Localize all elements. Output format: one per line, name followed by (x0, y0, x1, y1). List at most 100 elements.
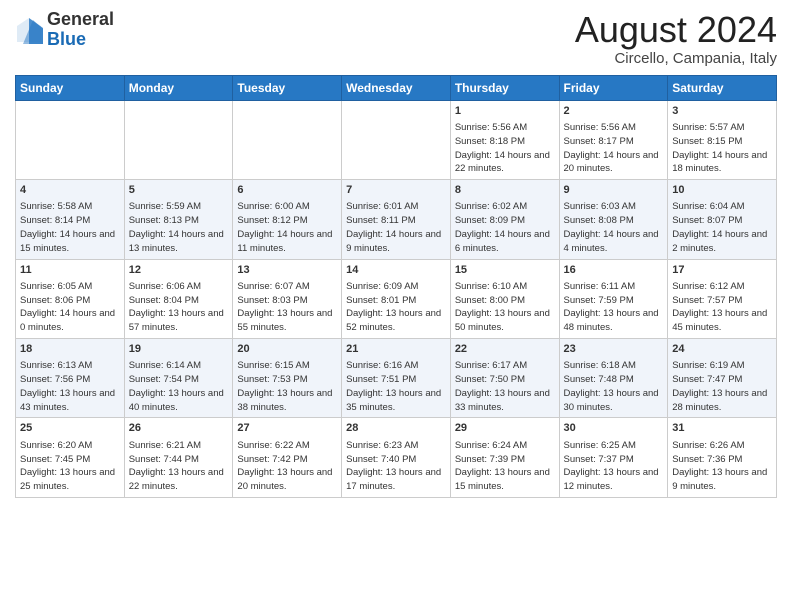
day-info: Sunrise: 6:04 AM Sunset: 8:07 PM Dayligh… (672, 200, 772, 255)
day-number: 10 (672, 183, 772, 198)
day-number: 13 (237, 263, 337, 278)
calendar-cell: 29 Sunrise: 6:24 AM Sunset: 7:39 PM Dayli… (450, 418, 559, 497)
calendar-cell: 24 Sunrise: 6:19 AM Sunset: 7:47 PM Dayli… (668, 338, 777, 417)
day-info: Sunrise: 6:09 AM Sunset: 8:01 PM Dayligh… (346, 280, 446, 335)
location: Circello, Campania, Italy (575, 50, 777, 67)
day-number: 30 (564, 421, 664, 436)
calendar-cell: 4 Sunrise: 5:58 AM Sunset: 8:14 PM Daylig… (16, 180, 125, 259)
day-number: 16 (564, 263, 664, 278)
weekday-header-monday: Monday (124, 75, 233, 100)
calendar-week-2: 4 Sunrise: 5:58 AM Sunset: 8:14 PM Daylig… (16, 180, 777, 259)
day-number: 3 (672, 104, 772, 119)
day-info: Sunrise: 6:13 AM Sunset: 7:56 PM Dayligh… (20, 359, 120, 414)
calendar-cell: 26Sunrise: 6:21 AM Sunset: 7:44 PM Dayli… (124, 418, 233, 497)
calendar-cell (342, 100, 451, 179)
day-number: 12 (129, 263, 229, 278)
day-info: Sunrise: 5:56 AM Sunset: 8:17 PM Dayligh… (564, 121, 664, 176)
calendar-cell: 14 Sunrise: 6:09 AM Sunset: 8:01 PM Dayli… (342, 259, 451, 338)
day-info: Sunrise: 6:00 AM Sunset: 8:12 PM Dayligh… (237, 200, 337, 255)
calendar-cell: 17 Sunrise: 6:12 AM Sunset: 7:57 PM Dayli… (668, 259, 777, 338)
calendar-cell: 7 Sunrise: 6:01 AM Sunset: 8:11 PM Daylig… (342, 180, 451, 259)
day-info: Sunrise: 6:20 AM Sunset: 7:45 PM Dayligh… (20, 439, 120, 494)
day-number: 27 (237, 421, 337, 436)
day-number: 18 (20, 342, 120, 357)
calendar-week-5: 25 Sunrise: 6:20 AM Sunset: 7:45 PM Dayli… (16, 418, 777, 497)
day-number: 21 (346, 342, 446, 357)
calendar-cell: 25 Sunrise: 6:20 AM Sunset: 7:45 PM Dayli… (16, 418, 125, 497)
day-info: Sunrise: 6:10 AM Sunset: 8:00 PM Dayligh… (455, 280, 555, 335)
logo-general: General (47, 9, 114, 29)
weekday-header-wednesday: Wednesday (342, 75, 451, 100)
day-info: Sunrise: 6:12 AM Sunset: 7:57 PM Dayligh… (672, 280, 772, 335)
calendar-cell (16, 100, 125, 179)
calendar-cell: 12 Sunrise: 6:06 AM Sunset: 8:04 PM Dayli… (124, 259, 233, 338)
calendar-cell: 31 Sunrise: 6:26 AM Sunset: 7:36 PM Dayli… (668, 418, 777, 497)
calendar-week-1: 1 Sunrise: 5:56 AM Sunset: 8:18 PM Daylig… (16, 100, 777, 179)
calendar-cell: 19Sunrise: 6:14 AM Sunset: 7:54 PM Dayli… (124, 338, 233, 417)
calendar-cell: 23 Sunrise: 6:18 AM Sunset: 7:48 PM Dayli… (559, 338, 668, 417)
calendar-cell: 20Sunrise: 6:15 AM Sunset: 7:53 PM Dayli… (233, 338, 342, 417)
logo: General Blue (15, 10, 114, 50)
day-info: Sunrise: 6:15 AM Sunset: 7:53 PM Dayligh… (237, 359, 337, 414)
header: General Blue August 2024 Circello, Campa… (15, 10, 777, 67)
day-info: Sunrise: 5:58 AM Sunset: 8:14 PM Dayligh… (20, 200, 120, 255)
weekday-header-friday: Friday (559, 75, 668, 100)
day-info: Sunrise: 6:25 AM Sunset: 7:37 PM Dayligh… (564, 439, 664, 494)
calendar-cell: 15 Sunrise: 6:10 AM Sunset: 8:00 PM Dayli… (450, 259, 559, 338)
day-info: Sunrise: 5:56 AM Sunset: 8:18 PM Dayligh… (455, 121, 555, 176)
calendar-cell: 30 Sunrise: 6:25 AM Sunset: 7:37 PM Dayli… (559, 418, 668, 497)
calendar-cell (233, 100, 342, 179)
day-number: 25 (20, 421, 120, 436)
weekday-header-saturday: Saturday (668, 75, 777, 100)
day-info: Sunrise: 6:01 AM Sunset: 8:11 PM Dayligh… (346, 200, 446, 255)
calendar-cell: 22Sunrise: 6:17 AM Sunset: 7:50 PM Dayli… (450, 338, 559, 417)
calendar-table: SundayMondayTuesdayWednesdayThursdayFrid… (15, 75, 777, 498)
weekday-header-tuesday: Tuesday (233, 75, 342, 100)
calendar-cell: 11Sunrise: 6:05 AM Sunset: 8:06 PM Dayli… (16, 259, 125, 338)
day-number: 1 (455, 104, 555, 119)
calendar-cell: 2Sunrise: 5:56 AM Sunset: 8:17 PM Daylig… (559, 100, 668, 179)
weekday-header-sunday: Sunday (16, 75, 125, 100)
calendar-cell: 8 Sunrise: 6:02 AM Sunset: 8:09 PM Daylig… (450, 180, 559, 259)
day-info: Sunrise: 6:06 AM Sunset: 8:04 PM Dayligh… (129, 280, 229, 335)
day-info: Sunrise: 6:23 AM Sunset: 7:40 PM Dayligh… (346, 439, 446, 494)
calendar-cell: 28 Sunrise: 6:23 AM Sunset: 7:40 PM Dayli… (342, 418, 451, 497)
day-number: 4 (20, 183, 120, 198)
day-number: 24 (672, 342, 772, 357)
day-info: Sunrise: 5:57 AM Sunset: 8:15 PM Dayligh… (672, 121, 772, 176)
calendar-cell: 3 Sunrise: 5:57 AM Sunset: 8:15 PM Daylig… (668, 100, 777, 179)
calendar-cell: 13 Sunrise: 6:07 AM Sunset: 8:03 PM Dayli… (233, 259, 342, 338)
day-info: Sunrise: 6:19 AM Sunset: 7:47 PM Dayligh… (672, 359, 772, 414)
calendar-cell (124, 100, 233, 179)
day-number: 26 (129, 421, 229, 436)
weekday-header-thursday: Thursday (450, 75, 559, 100)
day-info: Sunrise: 6:18 AM Sunset: 7:48 PM Dayligh… (564, 359, 664, 414)
title-block: August 2024 Circello, Campania, Italy (575, 10, 777, 67)
calendar-week-4: 18 Sunrise: 6:13 AM Sunset: 7:56 PM Dayli… (16, 338, 777, 417)
calendar-cell: 21Sunrise: 6:16 AM Sunset: 7:51 PM Dayli… (342, 338, 451, 417)
day-number: 14 (346, 263, 446, 278)
day-number: 7 (346, 183, 446, 198)
page: General Blue August 2024 Circello, Campa… (0, 0, 792, 513)
calendar-cell: 10 Sunrise: 6:04 AM Sunset: 8:07 PM Dayli… (668, 180, 777, 259)
day-info: Sunrise: 6:07 AM Sunset: 8:03 PM Dayligh… (237, 280, 337, 335)
calendar-cell: 27 Sunrise: 6:22 AM Sunset: 7:42 PM Dayli… (233, 418, 342, 497)
logo-text: General Blue (47, 10, 114, 50)
logo-icon (15, 16, 43, 44)
day-number: 31 (672, 421, 772, 436)
day-info: Sunrise: 6:24 AM Sunset: 7:39 PM Dayligh… (455, 439, 555, 494)
logo-blue: Blue (47, 29, 86, 49)
day-number: 29 (455, 421, 555, 436)
day-number: 9 (564, 183, 664, 198)
calendar-cell: 5Sunrise: 5:59 AM Sunset: 8:13 PM Daylig… (124, 180, 233, 259)
day-number: 22 (455, 342, 555, 357)
day-number: 8 (455, 183, 555, 198)
calendar-cell: 9Sunrise: 6:03 AM Sunset: 8:08 PM Daylig… (559, 180, 668, 259)
day-info: Sunrise: 6:22 AM Sunset: 7:42 PM Dayligh… (237, 439, 337, 494)
day-number: 23 (564, 342, 664, 357)
day-number: 28 (346, 421, 446, 436)
day-info: Sunrise: 6:26 AM Sunset: 7:36 PM Dayligh… (672, 439, 772, 494)
day-number: 15 (455, 263, 555, 278)
day-number: 17 (672, 263, 772, 278)
day-info: Sunrise: 6:02 AM Sunset: 8:09 PM Dayligh… (455, 200, 555, 255)
